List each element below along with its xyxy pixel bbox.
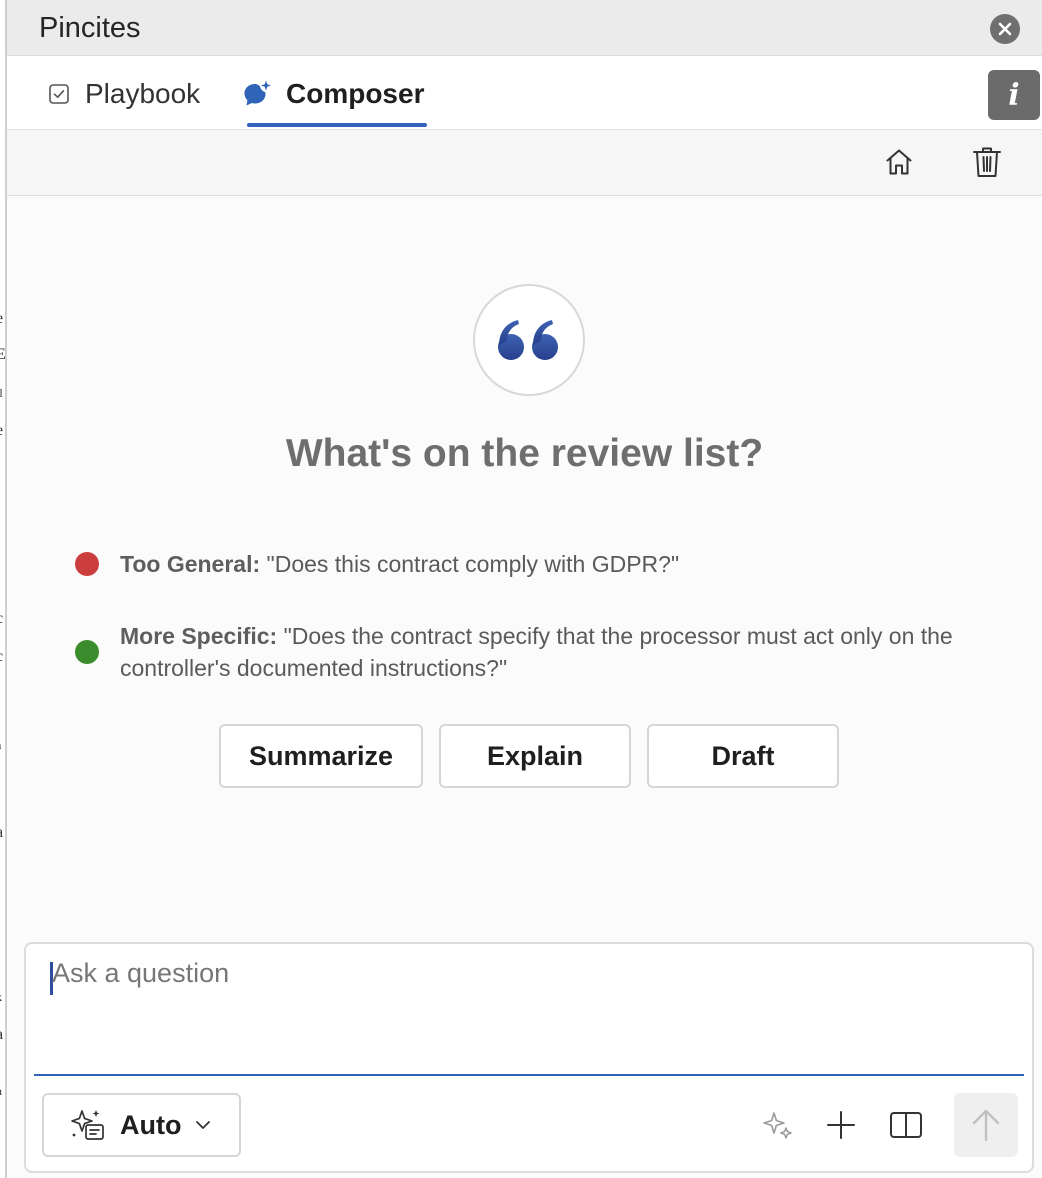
book-icon: [890, 1112, 922, 1138]
home-button[interactable]: [881, 144, 917, 180]
summarize-button[interactable]: Summarize: [219, 724, 423, 788]
plus-icon: [827, 1111, 855, 1139]
enhance-prompt-button[interactable]: [760, 1107, 796, 1143]
close-icon: [998, 22, 1012, 36]
pincites-panel: Pincites Playbook Composer i What's on t…: [7, 0, 1042, 1178]
sparkle-chat-icon: [244, 80, 271, 106]
composer-toolbar: [7, 130, 1042, 196]
delete-button[interactable]: [969, 144, 1005, 180]
trash-icon: [973, 147, 1001, 177]
add-attachment-button[interactable]: [823, 1107, 859, 1143]
document-edge: e E il e c c a a l t k a n: [0, 0, 7, 1178]
doc-text-fragment: a: [0, 824, 3, 842]
doc-text-fragment: e: [0, 310, 3, 328]
tab-playbook[interactable]: Playbook: [47, 78, 200, 110]
red-status-dot: [75, 552, 99, 576]
example-label: More Specific:: [120, 623, 278, 649]
app-title: Pincites: [39, 12, 141, 44]
info-button[interactable]: i: [988, 70, 1040, 120]
title-bar: Pincites: [7, 0, 1042, 56]
doc-text-fragment: a: [0, 738, 1, 753]
draft-button[interactable]: Draft: [647, 724, 839, 788]
doc-text-fragment: n: [0, 1084, 2, 1099]
info-icon: i: [1008, 77, 1020, 113]
example-text: Too General: "Does this contract comply …: [120, 548, 1000, 580]
sparkle-icon: [763, 1112, 792, 1139]
mode-select-button[interactable]: Auto: [42, 1093, 241, 1157]
doc-text-fragment: a: [0, 1026, 3, 1044]
library-button[interactable]: [888, 1107, 924, 1143]
example-quote: "Does this contract comply with GDPR?": [260, 551, 680, 577]
input-focus-line: [34, 1074, 1024, 1076]
doc-text-fragment: e: [0, 422, 3, 440]
auto-mode-icon: [71, 1110, 104, 1140]
doc-text-fragment: c: [0, 610, 3, 628]
quote-badge: [473, 284, 585, 396]
tab-composer-label: Composer: [286, 78, 425, 109]
active-tab-indicator: [247, 123, 427, 127]
arrow-up-icon: [972, 1109, 1000, 1142]
example-too-general: Too General: "Does this contract comply …: [75, 548, 1000, 580]
quote-icon: [498, 320, 558, 360]
send-button[interactable]: [954, 1093, 1018, 1157]
question-input[interactable]: [52, 958, 1002, 1058]
explain-button[interactable]: Explain: [439, 724, 631, 788]
close-button[interactable]: [990, 14, 1020, 44]
chevron-down-icon: [196, 1121, 211, 1129]
composer-box: Auto: [24, 942, 1034, 1173]
home-icon: [886, 149, 912, 175]
mode-label: Auto: [120, 1109, 182, 1140]
tab-composer[interactable]: Composer: [242, 78, 424, 110]
doc-text-fragment: il: [0, 386, 3, 401]
doc-text-fragment: E: [0, 346, 5, 364]
checkbox-icon: [49, 84, 69, 104]
example-label: Too General:: [120, 551, 261, 577]
tab-playbook-label: Playbook: [85, 78, 201, 109]
empty-state-heading: What's on the review list?: [285, 432, 764, 475]
tab-bar: Playbook Composer i: [7, 56, 1042, 130]
green-status-dot: [75, 640, 99, 664]
example-text: More Specific: "Does the contract specif…: [120, 620, 1000, 684]
doc-text-fragment: c: [0, 648, 3, 666]
example-more-specific: More Specific: "Does the contract specif…: [75, 620, 1000, 684]
doc-text-fragment: k: [0, 990, 2, 1005]
